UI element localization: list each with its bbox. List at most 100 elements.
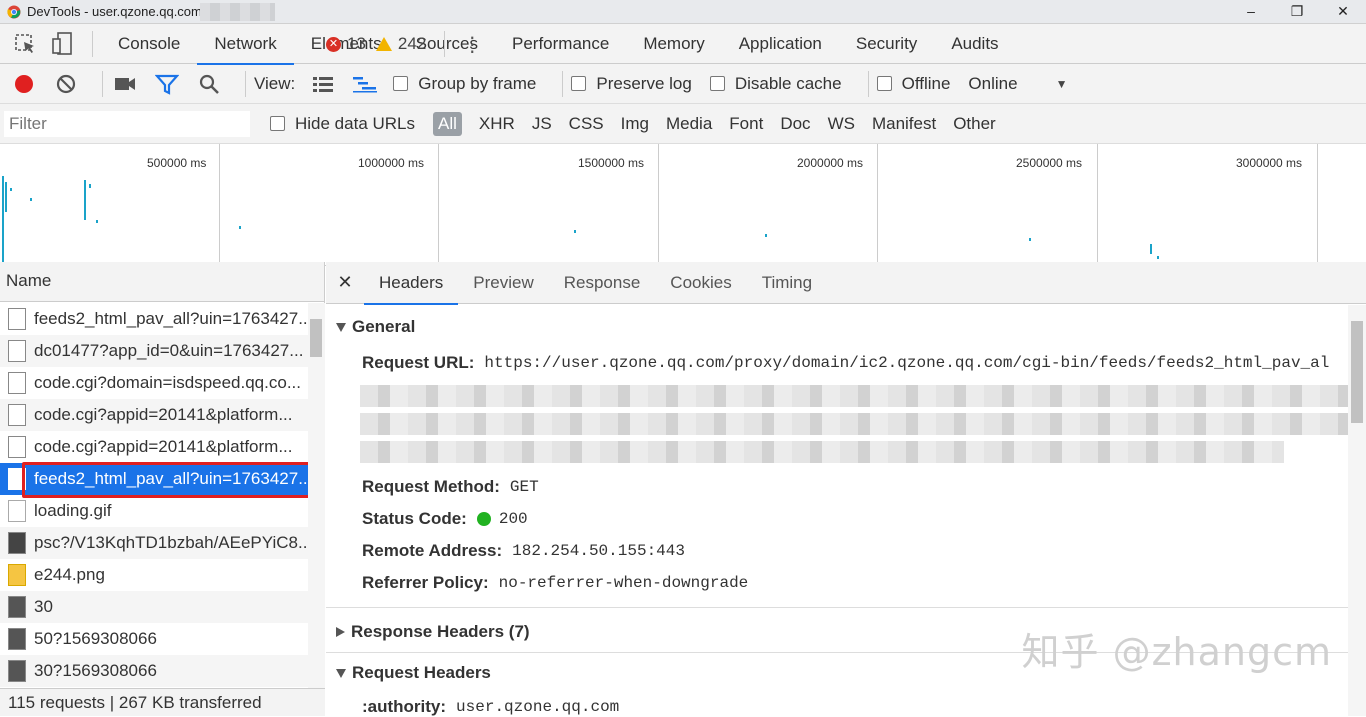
network-overview[interactable]: 500000 ms 1000000 ms 1500000 ms 2000000 … <box>0 144 1366 266</box>
minimize-button[interactable]: – <box>1228 0 1274 24</box>
general-section-header[interactable]: General <box>326 311 1348 343</box>
request-url-label: Request URL: <box>362 353 475 372</box>
avatar-image-icon <box>8 628 26 650</box>
tab-timing[interactable]: Timing <box>747 262 827 304</box>
group-by-frame-label: Group by frame <box>418 73 537 93</box>
request-row[interactable]: code.cgi?appid=20141&platform... <box>0 399 308 431</box>
overview-tick: 500000 ms <box>147 156 207 170</box>
details-panel: ✕ Headers Preview Response Cookies Timin… <box>326 262 1366 716</box>
throttle-select[interactable]: Online ▼ <box>968 74 1067 94</box>
tab-preview[interactable]: Preview <box>458 262 548 304</box>
remote-address-label: Remote Address: <box>362 541 503 560</box>
window-title: DevTools - user.qzone.qq.com <box>27 4 202 19</box>
image-icon <box>8 532 26 554</box>
disable-cache-label: Disable cache <box>734 73 842 93</box>
warning-count: 242 <box>397 34 427 53</box>
filter-type-img[interactable]: Img <box>621 114 649 134</box>
tab-cookies[interactable]: Cookies <box>655 262 746 304</box>
offline-checkbox[interactable]: Offline <box>876 74 950 94</box>
waterfall-overview-icon[interactable] <box>351 70 379 98</box>
collapsed-triangle-icon <box>336 627 345 637</box>
request-row[interactable]: code.cgi?domain=isdspeed.qq.co... <box>0 367 308 399</box>
large-rows-icon[interactable] <box>309 70 337 98</box>
hide-data-urls-checkbox[interactable]: Hide data URLs <box>270 114 415 134</box>
tab-network[interactable]: Network <box>197 24 295 65</box>
error-counter[interactable]: ✕ 13 <box>326 34 366 54</box>
overview-tick: 3000000 ms <box>1236 156 1303 170</box>
request-row[interactable]: e244.png <box>0 559 308 591</box>
record-icon[interactable] <box>10 70 38 98</box>
document-icon <box>8 308 26 330</box>
network-toolbar: View: Group by frame Preserve log Disabl… <box>0 64 1366 104</box>
warning-counter[interactable]: 242 <box>375 34 427 54</box>
request-row[interactable]: 30?1569308066 <box>0 655 308 687</box>
blurred-url-line <box>360 385 1348 407</box>
request-row[interactable]: feeds2_html_pav_all?uin=1763427... <box>0 303 308 335</box>
clear-icon[interactable] <box>52 70 80 98</box>
device-toolbar-icon[interactable] <box>48 30 76 58</box>
devtools-tab-bar: Console Network Elements Sources Perform… <box>0 24 1366 65</box>
referrer-policy-label: Referrer Policy: <box>362 573 489 592</box>
filter-type-other[interactable]: Other <box>953 114 996 134</box>
overview-tick: 1000000 ms <box>358 156 425 170</box>
request-list: feeds2_html_pav_all?uin=1763427... dc014… <box>0 303 308 687</box>
request-row[interactable]: loading.gif <box>0 495 308 527</box>
preserve-log-checkbox[interactable]: Preserve log <box>571 73 692 94</box>
tab-response[interactable]: Response <box>549 262 656 304</box>
disable-cache-checkbox[interactable]: Disable cache <box>709 73 842 94</box>
tab-headers[interactable]: Headers <box>364 262 459 305</box>
filter-type-manifest[interactable]: Manifest <box>872 114 936 134</box>
title-bar: DevTools - user.qzone.qq.com – ❐ ✕ <box>0 0 1366 24</box>
filter-type-doc[interactable]: Doc <box>780 114 810 134</box>
request-row[interactable]: 30 <box>0 591 308 623</box>
name-column-header[interactable]: Name <box>0 262 324 302</box>
filter-type-xhr[interactable]: XHR <box>479 114 515 134</box>
view-label: View: <box>254 73 296 93</box>
status-ok-icon <box>476 512 491 526</box>
authority-value: user.qzone.qq.com <box>456 698 620 716</box>
filter-type-ws[interactable]: WS <box>828 114 855 134</box>
status-bar: 115 requests | 267 KB transferred <box>0 688 325 716</box>
request-row[interactable]: 50?1569308066 <box>0 623 308 655</box>
close-window-button[interactable]: ✕ <box>1320 0 1366 24</box>
png-image-icon <box>8 564 26 586</box>
search-icon[interactable] <box>195 70 223 98</box>
chevron-down-icon: ▼ <box>1055 76 1068 91</box>
filter-type-css[interactable]: CSS <box>569 114 604 134</box>
filter-input[interactable] <box>4 110 250 137</box>
overview-tick: 2500000 ms <box>1016 156 1083 170</box>
request-list-scrollbar[interactable] <box>308 303 325 689</box>
request-row-selected[interactable]: feeds2_html_pav_all?uin=1763427... <box>0 463 308 495</box>
remote-address-value: 182.254.50.155:443 <box>512 542 685 560</box>
filter-type-all[interactable]: All <box>433 111 462 136</box>
document-icon <box>8 436 26 458</box>
group-by-frame-checkbox[interactable]: Group by frame <box>393 74 536 94</box>
request-row[interactable]: psc?/V13KqhTD1bzbah/AEePYiC8... <box>0 527 308 559</box>
inspect-element-icon[interactable] <box>12 30 40 58</box>
request-row[interactable]: dc01477?app_id=0&uin=1763427... <box>0 335 308 367</box>
screenshot-camera-icon[interactable] <box>111 70 139 98</box>
request-list-panel: Name feeds2_html_pav_all?uin=1763427... … <box>0 262 325 716</box>
expanded-triangle-icon <box>336 322 346 332</box>
filter-icon[interactable] <box>153 70 181 98</box>
details-scrollbar[interactable] <box>1348 305 1366 716</box>
restore-button[interactable]: ❐ <box>1274 0 1320 24</box>
request-row[interactable]: code.cgi?appid=20141&platform... <box>0 431 308 463</box>
filter-type-font[interactable]: Font <box>729 114 763 134</box>
status-code-label: Status Code: <box>362 509 467 528</box>
filter-type-js[interactable]: JS <box>532 114 552 134</box>
blurred-url-line <box>360 413 1348 435</box>
document-icon <box>8 372 26 394</box>
close-icon[interactable]: ✕ <box>326 272 364 293</box>
warning-icon <box>375 37 392 51</box>
filter-type-media[interactable]: Media <box>666 114 712 134</box>
blurred-url-line <box>360 441 1284 463</box>
more-menu-icon[interactable]: ⋮ <box>457 32 487 57</box>
tab-console[interactable]: Console <box>101 24 197 64</box>
hide-data-urls-label: Hide data URLs <box>295 113 416 133</box>
request-url-value: https://user.qzone.qq.com/proxy/domain/i… <box>484 354 1330 372</box>
details-tab-bar: ✕ Headers Preview Response Cookies Timin… <box>326 262 1366 305</box>
preserve-log-label: Preserve log <box>596 73 692 93</box>
request-method-label: Request Method: <box>362 477 500 496</box>
document-icon <box>8 340 26 362</box>
